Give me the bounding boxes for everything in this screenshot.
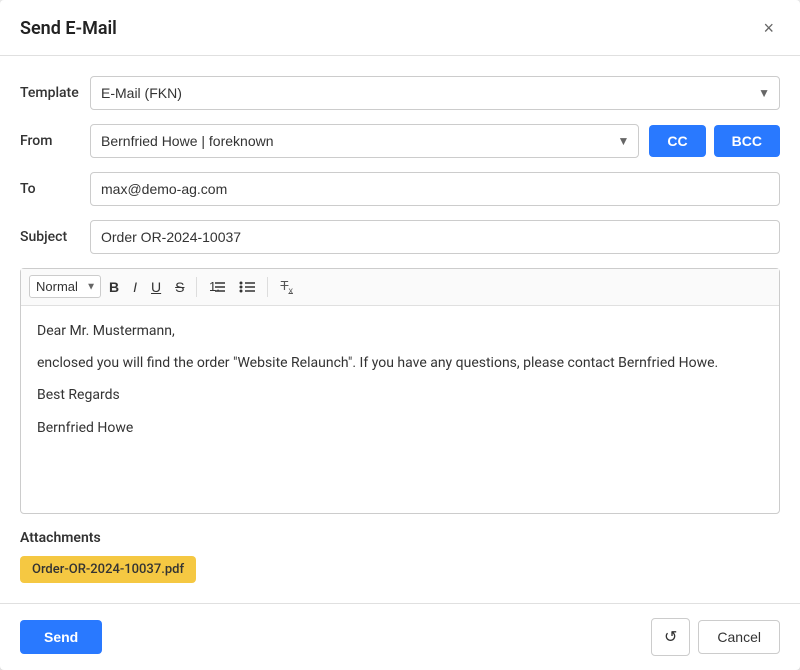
ordered-list-icon: 1. <box>209 280 225 294</box>
italic-button[interactable]: I <box>127 276 143 298</box>
to-input[interactable] <box>90 172 780 206</box>
to-label: To <box>20 181 90 197</box>
toolbar-divider-2 <box>267 277 268 297</box>
format-select[interactable]: Normal <box>29 275 101 298</box>
send-email-dialog: Send E-Mail × Template E-Mail (FKN) ▼ Fr… <box>0 0 800 670</box>
email-body: enclosed you will find the order "Websit… <box>37 352 763 374</box>
close-button[interactable]: × <box>757 16 780 41</box>
email-greeting: Dear Mr. Mustermann, <box>37 320 763 342</box>
underline-button[interactable]: U <box>145 276 167 298</box>
template-label: Template <box>20 85 90 101</box>
unordered-list-icon <box>239 280 255 294</box>
subject-input[interactable] <box>90 220 780 254</box>
footer-right-buttons: ↺ Cancel <box>651 618 780 656</box>
cc-button[interactable]: CC <box>649 125 705 157</box>
email-signature: Bernfried Howe <box>37 417 763 439</box>
clear-format-icon: Tx <box>280 278 292 296</box>
from-select[interactable]: Bernfried Howe | foreknown <box>90 124 639 158</box>
strikethrough-button[interactable]: S <box>169 276 190 298</box>
template-select-wrapper: E-Mail (FKN) ▼ <box>90 76 780 110</box>
bcc-button[interactable]: BCC <box>714 125 780 157</box>
cancel-button[interactable]: Cancel <box>698 620 780 654</box>
template-select[interactable]: E-Mail (FKN) <box>90 76 780 110</box>
unordered-list-button[interactable] <box>233 277 261 297</box>
email-closing: Best Regards <box>37 384 763 406</box>
subject-label: Subject <box>20 229 90 245</box>
editor-toolbar: Normal ▼ B I U S 1. <box>21 269 779 306</box>
toolbar-divider-1 <box>196 277 197 297</box>
reset-button[interactable]: ↺ <box>651 618 690 656</box>
bold-button[interactable]: B <box>103 276 125 298</box>
to-row: To <box>20 172 780 206</box>
dialog-body: Template E-Mail (FKN) ▼ From Bernfried H… <box>0 56 800 603</box>
reset-icon: ↺ <box>664 629 677 646</box>
email-editor: Normal ▼ B I U S 1. <box>20 268 780 514</box>
clear-format-button[interactable]: Tx <box>274 275 298 299</box>
send-button[interactable]: Send <box>20 620 102 654</box>
format-select-wrapper: Normal ▼ <box>29 275 101 298</box>
from-select-wrapper: Bernfried Howe | foreknown ▼ <box>90 124 639 158</box>
template-row: Template E-Mail (FKN) ▼ <box>20 76 780 110</box>
cc-bcc-group: CC BCC <box>649 125 780 157</box>
subject-row: Subject <box>20 220 780 254</box>
attachment-filename: Order-OR-2024-10037.pdf <box>32 562 184 577</box>
attachments-section: Attachments Order-OR-2024-10037.pdf <box>20 530 780 583</box>
ordered-list-button[interactable]: 1. <box>203 277 231 297</box>
editor-content-area[interactable]: Dear Mr. Mustermann, enclosed you will f… <box>21 306 779 466</box>
attachment-chip[interactable]: Order-OR-2024-10037.pdf <box>20 556 196 583</box>
dialog-footer: Send ↺ Cancel <box>0 603 800 670</box>
dialog-header: Send E-Mail × <box>0 0 800 56</box>
from-row: From Bernfried Howe | foreknown ▼ CC BCC <box>20 124 780 158</box>
attachments-label: Attachments <box>20 530 780 546</box>
dialog-title: Send E-Mail <box>20 18 117 39</box>
from-label: From <box>20 133 90 149</box>
